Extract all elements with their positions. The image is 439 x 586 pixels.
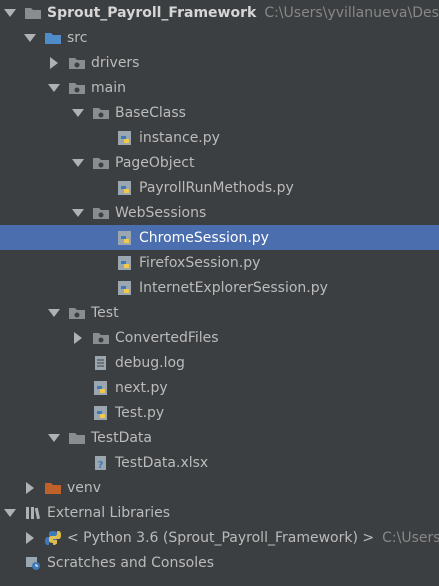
tree-item-venv[interactable]: venv	[0, 475, 439, 500]
tree-item-pageobject[interactable]: PageObject	[0, 150, 439, 175]
tree-item-testdata-xlsx[interactable]: ? TestData.xlsx	[0, 450, 439, 475]
scratches-icon	[24, 555, 42, 571]
tree-label: < Python 3.6 (Sprout_Payroll_Framework) …	[67, 529, 375, 546]
tree-item-instance-py[interactable]: instance.py	[0, 125, 439, 150]
tree-label: BaseClass	[115, 104, 186, 121]
package-folder-icon	[68, 305, 86, 321]
tree-label: Test	[91, 304, 119, 321]
tree-item-payrollrunmethods-py[interactable]: PayrollRunMethods.py	[0, 175, 439, 200]
tree-item-debug-log[interactable]: debug.log	[0, 350, 439, 375]
tree-item-external-libraries[interactable]: External Libraries	[0, 500, 439, 525]
chevron-right-icon[interactable]	[48, 56, 60, 69]
tree-label: instance.py	[139, 129, 220, 146]
tree-label: ChromeSession.py	[139, 229, 269, 246]
python-sdk-path: C:\Users\yv	[382, 529, 439, 546]
tree-label: debug.log	[115, 354, 185, 371]
chevron-down-icon[interactable]	[48, 307, 60, 319]
folder-icon	[24, 5, 42, 21]
tree-item-scratches[interactable]: Scratches and Consoles	[0, 550, 439, 575]
tree-item-test-py[interactable]: Test.py	[0, 400, 439, 425]
tree-item-firefoxsession-py[interactable]: FirefoxSession.py	[0, 250, 439, 275]
chevron-down-icon[interactable]	[4, 507, 16, 519]
package-folder-icon	[68, 55, 86, 71]
chevron-down-icon[interactable]	[72, 207, 84, 219]
python-file-icon	[92, 405, 110, 421]
tree-item-project-root[interactable]: Sprout_Payroll_Framework C:\Users\yvilla…	[0, 0, 439, 25]
tree-label: ConvertedFiles	[115, 329, 219, 346]
tree-item-src[interactable]: src	[0, 25, 439, 50]
chevron-down-icon[interactable]	[48, 82, 60, 94]
tree-label: PayrollRunMethods.py	[139, 179, 294, 196]
tree-label: src	[67, 29, 88, 46]
chevron-down-icon[interactable]	[4, 7, 16, 19]
python-file-icon	[92, 380, 110, 396]
tree-item-test[interactable]: Test	[0, 300, 439, 325]
tree-item-chromesession-py[interactable]: ChromeSession.py	[0, 225, 439, 250]
tree-label: External Libraries	[47, 504, 170, 521]
tree-label: TestData	[91, 429, 152, 446]
tree-item-drivers[interactable]: drivers	[0, 50, 439, 75]
python-icon	[44, 530, 62, 546]
project-tree: Sprout_Payroll_Framework C:\Users\yvilla…	[0, 0, 439, 586]
tree-label: main	[91, 79, 126, 96]
chevron-down-icon[interactable]	[72, 157, 84, 169]
tree-item-baseclass[interactable]: BaseClass	[0, 100, 439, 125]
tree-label: next.py	[115, 379, 168, 396]
chevron-down-icon[interactable]	[72, 107, 84, 119]
tree-item-next-py[interactable]: next.py	[0, 375, 439, 400]
project-path: C:\Users\yvillanueva\Desktop	[264, 4, 439, 21]
tree-item-python-sdk[interactable]: < Python 3.6 (Sprout_Payroll_Framework) …	[0, 525, 439, 550]
tree-label: Scratches and Consoles	[47, 554, 214, 571]
python-file-icon	[116, 255, 134, 271]
tree-label: WebSessions	[115, 204, 207, 221]
package-folder-icon	[92, 205, 110, 221]
libraries-icon	[24, 505, 42, 521]
chevron-right-icon[interactable]	[24, 531, 36, 544]
package-folder-icon	[68, 80, 86, 96]
package-folder-icon	[92, 105, 110, 121]
svg-text:?: ?	[98, 460, 104, 471]
tree-label: InternetExplorerSession.py	[139, 279, 328, 296]
tree-label: TestData.xlsx	[115, 454, 209, 471]
tree-label: venv	[67, 479, 102, 496]
tree-item-main[interactable]: main	[0, 75, 439, 100]
chevron-right-icon[interactable]	[72, 331, 84, 344]
tree-label: FirefoxSession.py	[139, 254, 261, 271]
python-file-icon	[116, 280, 134, 296]
excluded-folder-icon	[44, 480, 62, 496]
folder-icon	[68, 430, 86, 446]
tree-item-testdata[interactable]: TestData	[0, 425, 439, 450]
unknown-file-icon: ?	[92, 455, 110, 471]
package-folder-icon	[92, 155, 110, 171]
python-file-icon	[116, 230, 134, 246]
chevron-right-icon[interactable]	[24, 481, 36, 494]
package-folder-icon	[92, 330, 110, 346]
tree-item-convertedfiles[interactable]: ConvertedFiles	[0, 325, 439, 350]
tree-item-internetexplorersession-py[interactable]: InternetExplorerSession.py	[0, 275, 439, 300]
project-name: Sprout_Payroll_Framework	[47, 4, 257, 21]
tree-label: PageObject	[115, 154, 195, 171]
text-file-icon	[92, 355, 110, 371]
tree-label: drivers	[91, 54, 140, 71]
source-folder-icon	[44, 30, 62, 46]
python-file-icon	[116, 180, 134, 196]
tree-label: Test.py	[115, 404, 165, 421]
python-file-icon	[116, 130, 134, 146]
tree-item-websessions[interactable]: WebSessions	[0, 200, 439, 225]
chevron-down-icon[interactable]	[48, 432, 60, 444]
chevron-down-icon[interactable]	[24, 32, 36, 44]
